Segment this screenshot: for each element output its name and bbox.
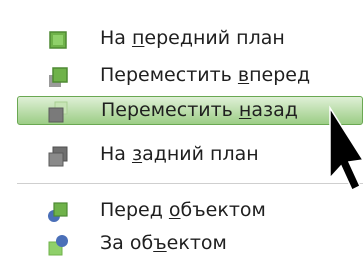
mouse-pointer-icon [329,105,363,192]
